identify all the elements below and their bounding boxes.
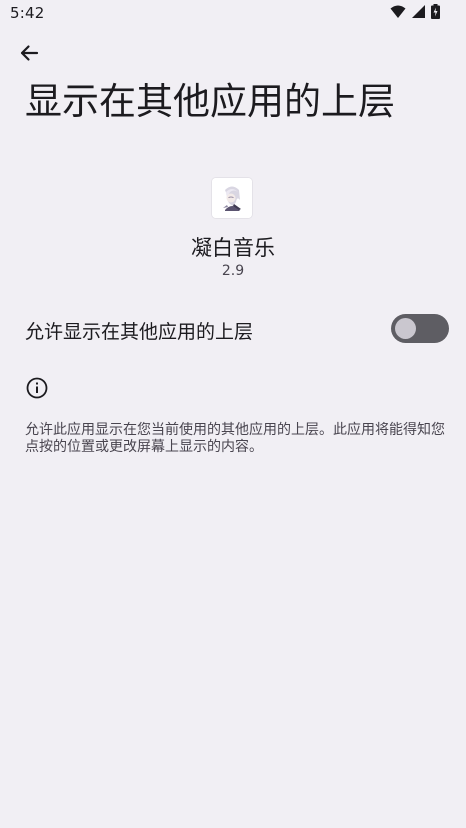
info-description: 允许此应用显示在您当前使用的其他应用的上层。此应用将能得知您点按的位置或更改屏幕… bbox=[25, 422, 445, 455]
arrow-back-icon bbox=[19, 43, 39, 67]
status-icons bbox=[390, 4, 440, 19]
allow-overlay-setting-row[interactable]: 允许显示在其他应用的上层 bbox=[0, 305, 466, 353]
app-icon bbox=[212, 178, 252, 218]
page-title: 显示在其他应用的上层 bbox=[25, 80, 395, 123]
info-icon bbox=[26, 377, 48, 399]
app-version: 2.9 bbox=[221, 263, 245, 279]
toggle-thumb bbox=[395, 318, 416, 339]
status-time: 5:42 bbox=[10, 4, 45, 22]
wifi-icon bbox=[390, 5, 406, 19]
app-name: 凝白音乐 bbox=[191, 236, 275, 260]
allow-overlay-label: 允许显示在其他应用的上层 bbox=[25, 321, 254, 343]
cellular-signal-icon bbox=[412, 5, 425, 18]
allow-overlay-toggle[interactable] bbox=[391, 314, 449, 343]
status-bar: 5:42 bbox=[0, 0, 466, 26]
back-button[interactable] bbox=[14, 40, 44, 70]
battery-charging-icon bbox=[431, 4, 440, 19]
